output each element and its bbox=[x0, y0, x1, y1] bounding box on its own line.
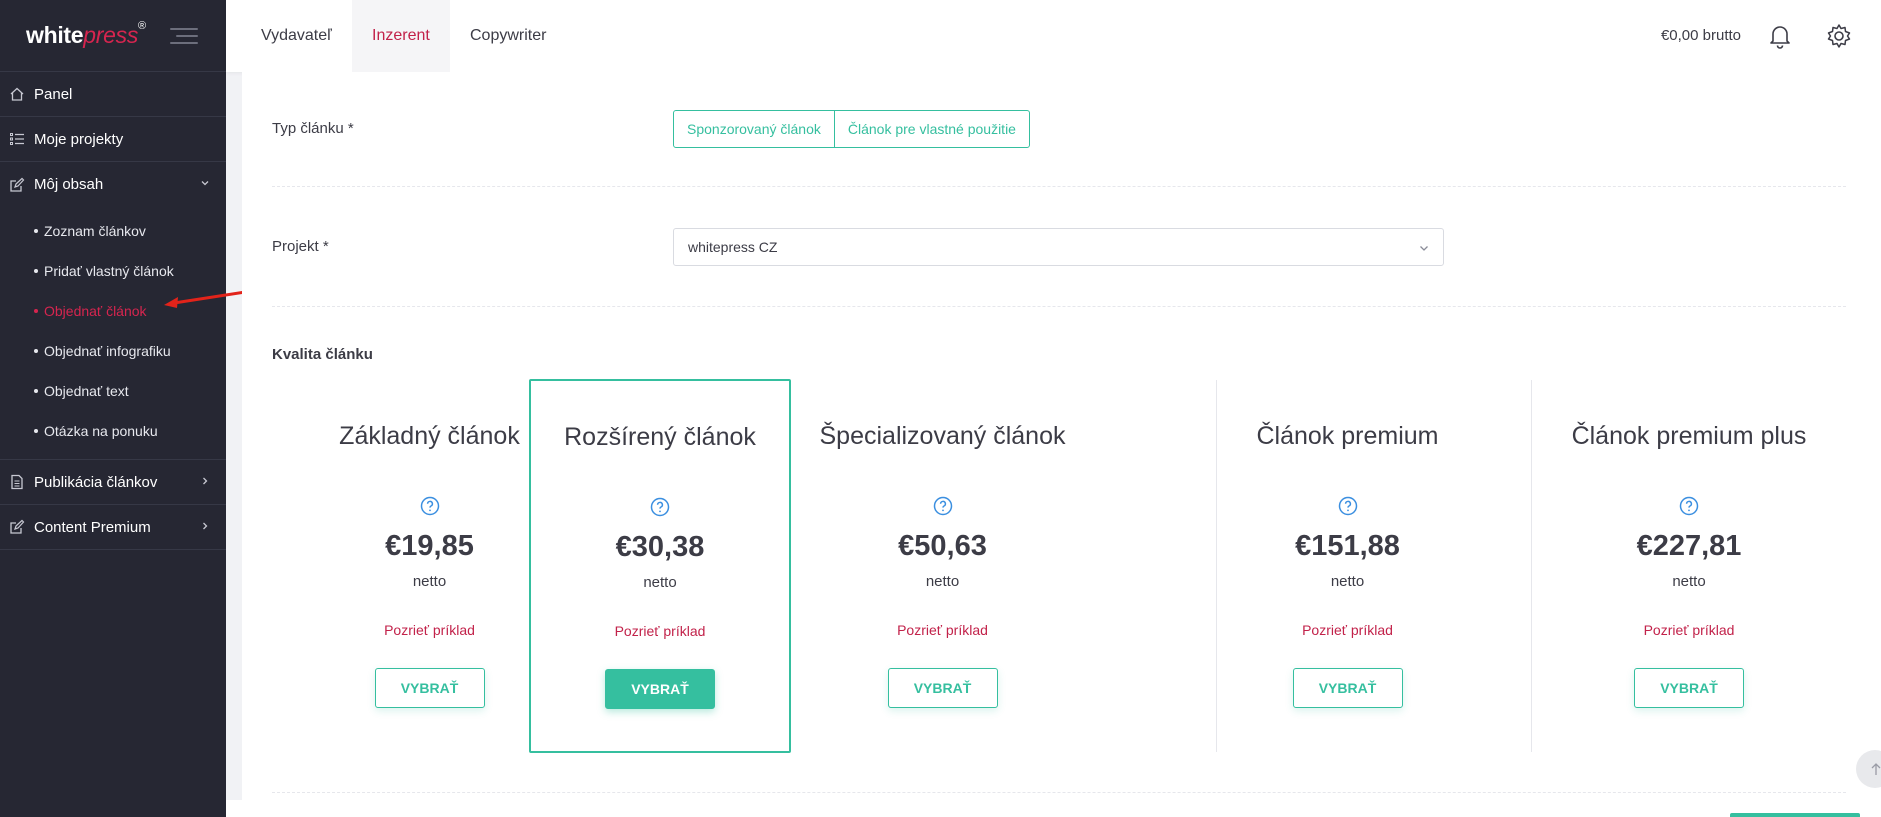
tab-advertiser[interactable]: Inzerent bbox=[352, 0, 450, 72]
card-netto: netto bbox=[925, 573, 960, 590]
submenu-item-label: Otázka na ponuku bbox=[44, 423, 158, 439]
submenu-item-quote-request[interactable]: Otázka na ponuku bbox=[0, 411, 226, 451]
tab-copywriter[interactable]: Copywriter bbox=[450, 0, 566, 72]
sidebar-item-label: Publikácia článkov bbox=[34, 473, 158, 491]
edit-icon bbox=[8, 176, 26, 194]
card-price: €227,81 bbox=[1636, 530, 1742, 562]
quality-card-specialized: Špecializovaný článok €50,63 netto Pozri… bbox=[805, 380, 1080, 752]
sidebar-item-panel[interactable]: Panel bbox=[0, 72, 226, 117]
view-example-link[interactable]: Pozrieť príklad bbox=[805, 622, 1080, 638]
view-example-link[interactable]: Pozrieť príklad bbox=[1532, 622, 1846, 638]
card-netto: netto bbox=[1672, 573, 1706, 590]
quality-card-extended: Rozšírený článok €30,38 netto Pozrieť pr… bbox=[529, 379, 791, 753]
help-icon[interactable] bbox=[933, 496, 953, 516]
logo-registered-mark: ® bbox=[138, 20, 146, 32]
bell-icon[interactable] bbox=[1767, 22, 1793, 50]
document-icon bbox=[8, 473, 26, 491]
card-price: €30,38 bbox=[615, 531, 705, 563]
sidebar-item-label: Moje projekty bbox=[34, 130, 124, 148]
divider bbox=[272, 306, 1846, 307]
sponsored-article-option[interactable]: Sponzorovaný článok bbox=[674, 111, 834, 147]
edit-icon bbox=[8, 518, 26, 536]
submenu-item-article-list[interactable]: Zoznam článkov bbox=[0, 211, 226, 251]
home-icon bbox=[8, 85, 26, 103]
card-title: Článok premium bbox=[1256, 422, 1439, 450]
logo-white-part: white bbox=[26, 22, 84, 48]
select-button[interactable]: VYBRAŤ bbox=[374, 668, 485, 708]
chevron-down-icon bbox=[201, 181, 209, 186]
project-label: Projekt * bbox=[272, 238, 329, 255]
submenu-item-order-infographic[interactable]: Objednať infografiku bbox=[0, 331, 226, 371]
select-button[interactable]: VYBRAŤ bbox=[1292, 668, 1403, 708]
card-title: Špecializovaný článok bbox=[819, 422, 1066, 450]
article-type-selector: Sponzorovaný článok Článok pre vlastné p… bbox=[673, 110, 1030, 148]
hamburger-menu-icon[interactable] bbox=[170, 28, 198, 46]
card-price: €151,88 bbox=[1295, 530, 1400, 562]
bottom-action-edge[interactable] bbox=[1730, 813, 1860, 817]
chevron-down-icon bbox=[1420, 246, 1428, 251]
project-select-value: whitepress CZ bbox=[688, 239, 778, 255]
card-title: Článok premium plus bbox=[1571, 422, 1807, 450]
sidebar-submenu: Zoznam článkov Pridať vlastný článok Obj… bbox=[0, 207, 226, 460]
chevron-right-icon bbox=[203, 522, 208, 530]
select-button[interactable]: VYBRAŤ bbox=[605, 669, 715, 709]
help-icon[interactable] bbox=[1679, 496, 1699, 516]
article-type-label: Typ článku * bbox=[272, 120, 354, 137]
submenu-item-label: Pridať vlastný článok bbox=[44, 263, 174, 279]
submenu-item-label: Objednať infografiku bbox=[44, 343, 171, 359]
sidebar-item-label: Panel bbox=[34, 85, 73, 103]
own-use-article-option[interactable]: Článok pre vlastné použitie bbox=[833, 111, 1029, 147]
logo-bar: whitepress® bbox=[0, 0, 226, 72]
help-icon[interactable] bbox=[420, 496, 440, 516]
select-button[interactable]: VYBRAŤ bbox=[887, 668, 998, 708]
quality-cards: Základný článok €19,85 netto Pozrieť prí… bbox=[272, 379, 1846, 753]
project-select[interactable]: whitepress CZ bbox=[673, 228, 1444, 266]
divider bbox=[272, 792, 1846, 793]
submenu-item-label: Objednať článok bbox=[44, 303, 147, 319]
order-article-form: Typ článku * Sponzorovaný článok Článok … bbox=[242, 72, 1881, 800]
quality-card-premium: Článok premium €151,88 netto Pozrieť prí… bbox=[1216, 380, 1478, 752]
arrow-up-icon bbox=[1871, 763, 1881, 775]
card-netto: netto bbox=[643, 574, 677, 591]
logo-press-part: press bbox=[83, 22, 139, 48]
help-icon[interactable] bbox=[1338, 496, 1358, 516]
topbar: Vydavateľ Inzerent Copywriter €0,00 brut… bbox=[226, 0, 1881, 72]
card-price: €50,63 bbox=[898, 530, 987, 562]
article-quality-title: Kvalita článku bbox=[272, 346, 373, 363]
quality-card-premium-plus: Článok premium plus €227,81 netto Pozrie… bbox=[1531, 380, 1846, 752]
sidebar-item-label: Môj obsah bbox=[34, 176, 104, 193]
sidebar-item-article-publication[interactable]: Publikácia článkov bbox=[0, 460, 226, 505]
bottom-strip bbox=[226, 800, 1881, 817]
chevron-right-icon bbox=[203, 477, 208, 485]
sidebar-item-my-content[interactable]: Môj obsah bbox=[0, 162, 226, 207]
sidebar-item-label: Content Premium bbox=[34, 518, 151, 536]
balance-display[interactable]: €0,00 brutto bbox=[1661, 27, 1741, 44]
sidebar-item-content-premium[interactable]: Content Premium bbox=[0, 505, 226, 550]
gear-icon[interactable] bbox=[1825, 22, 1853, 50]
submenu-item-label: Objednať text bbox=[44, 383, 129, 399]
help-icon[interactable] bbox=[650, 497, 670, 517]
view-example-link[interactable]: Pozrieť príklad bbox=[531, 623, 789, 639]
sidebar-item-projects[interactable]: Moje projekty bbox=[0, 117, 226, 162]
divider bbox=[272, 186, 1846, 187]
logo[interactable]: whitepress® bbox=[26, 20, 146, 49]
list-icon bbox=[8, 130, 26, 148]
select-button[interactable]: VYBRAŤ bbox=[1634, 668, 1744, 708]
submenu-item-order-text[interactable]: Objednať text bbox=[0, 371, 226, 411]
view-example-link[interactable]: Pozrieť príklad bbox=[1217, 622, 1478, 638]
card-netto: netto bbox=[1330, 573, 1365, 590]
tab-publisher[interactable]: Vydavateľ bbox=[241, 0, 352, 72]
card-title: Rozšírený článok bbox=[564, 423, 756, 451]
submenu-item-label: Zoznam článkov bbox=[44, 223, 146, 239]
sidebar: whitepress® Panel Moje projekty Môj obsa… bbox=[0, 0, 226, 817]
